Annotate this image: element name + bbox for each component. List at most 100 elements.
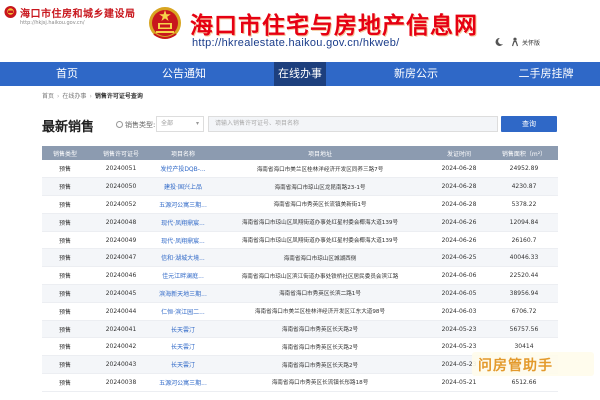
project-name-cell[interactable]: 现代·凤翔鼎宸...: [154, 231, 212, 250]
sale-area-cell: 56757.56: [490, 320, 558, 339]
permit-number-cell: 20240047: [88, 248, 154, 268]
permit-number-cell: 20240049: [88, 231, 154, 250]
project-address-cell: 海南省海口市琼山区凤翔街道办事处红星村委会椰海大道139号: [212, 231, 428, 250]
sale-area-cell: 40046.33: [490, 248, 558, 268]
sale-type-cell: 预售: [42, 213, 88, 232]
project-address-cell: 海南省海口市琼山区龙昆南路23-1号: [212, 177, 428, 197]
sale-area-cell: 24952.89: [490, 160, 558, 179]
issue-date-cell: 2024-06-05: [428, 284, 490, 303]
sale-type-cell: 预售: [42, 373, 88, 392]
project-name-cell[interactable]: 现代·凤翔鼎宸...: [154, 213, 212, 232]
sale-type-cell: 预售: [42, 320, 88, 339]
permit-number-cell: 20240043: [88, 355, 154, 375]
site-header: 海口市住房和城乡建设局 http://hkjsj.haikou.gov.cn/ …: [0, 0, 600, 62]
project-address-cell: 海南省海口市美兰区桂林洋经济开发区江东大道98号: [212, 302, 428, 321]
project-name-cell[interactable]: 滨海新天地三期...: [154, 284, 212, 303]
sale-area-cell: 6706.72: [490, 302, 558, 321]
column-header: 销售类型: [42, 146, 88, 160]
column-header: 发证时间: [428, 146, 490, 160]
search-button[interactable]: 查询: [501, 116, 557, 132]
contrast-icon[interactable]: [494, 37, 504, 47]
table-row: 预售 20240047 信和·湖城大境... 海南省海口市琼山区城湖西侧 2024-06…: [42, 248, 558, 268]
sale-area-cell: 22520.44: [490, 266, 558, 286]
project-name-cell[interactable]: 长天雲汀: [154, 355, 212, 375]
project-address-cell: 海南省海口市琼山区凤翔街道办事处红星村委会椰海大道139号: [212, 213, 428, 232]
table-row: 预售 20240038 五源河公寓三期... 海南省海口市秀英区长流镇长彤路18号 20…: [42, 373, 558, 392]
elder-mode-icon[interactable]: [510, 37, 520, 47]
sale-type-cell: 预售: [42, 177, 88, 197]
breadcrumb-online-services[interactable]: 在线办事: [62, 93, 86, 100]
watermark-text: 问房管助手: [478, 358, 553, 374]
breadcrumb: 首页 › 在线办事 › 销售许可证号查询: [42, 93, 143, 100]
permit-number-cell: 20240050: [88, 177, 154, 197]
sale-type-cell: 预售: [42, 160, 88, 179]
project-name-cell[interactable]: 发控产投DQB-...: [154, 160, 212, 179]
permit-number-cell: 20240038: [88, 373, 154, 392]
nav-item-resale-listings[interactable]: 二手房挂牌: [496, 62, 596, 86]
permit-number-cell: 20240051: [88, 160, 154, 179]
watermark-badge: 问房管助手: [472, 352, 594, 376]
project-name-cell[interactable]: 信和·湖城大境...: [154, 248, 212, 268]
sale-type-cell: 预售: [42, 231, 88, 250]
nav-item-new-homes[interactable]: 新房公示: [378, 62, 454, 86]
column-header: 项目名称: [154, 146, 212, 160]
radio-icon: [116, 121, 123, 128]
permit-number-cell: 20240046: [88, 266, 154, 286]
breadcrumb-home[interactable]: 首页: [42, 93, 54, 100]
table-row: 预售 20240051 发控产投DQB-... 海南省海口市美兰区桂林洋经济开发区同养…: [42, 160, 558, 179]
table-row: 预售 20240041 长天雲汀 海南省海口市秀英区长天路2号 2024-05-23 56…: [42, 320, 558, 339]
project-name-cell[interactable]: 建投·国兴上品: [154, 177, 212, 197]
sale-type-cell: 预售: [42, 195, 88, 214]
issue-date-cell: 2024-05-23: [428, 320, 490, 339]
chevron-down-icon: ▾: [195, 120, 199, 127]
sale-type-cell: 预售: [42, 248, 88, 268]
sale-area-cell: 12094.84: [490, 213, 558, 232]
permit-number-cell: 20240041: [88, 320, 154, 339]
nav-item-home[interactable]: 首页: [30, 62, 104, 86]
project-name-cell[interactable]: 五源河公寓三期...: [154, 195, 212, 214]
permit-number-cell: 20240044: [88, 302, 154, 321]
sale-type-select[interactable]: 全部 ▾: [156, 116, 204, 132]
table-row: 预售 20240044 仁恒·滨江园二... 海南省海口市美兰区桂林洋经济开发区江东大…: [42, 302, 558, 321]
project-address-cell: 海南省海口市美兰区桂林洋经济开发区同养三路7号: [212, 160, 428, 179]
national-emblem-icon: [149, 7, 181, 39]
table-row: 预售 20240046 佳元江畔澜庭... 海南省海口市琼山区滨江街道办事处铁桥社区居…: [42, 266, 558, 286]
filter-label: 销售类型:: [116, 120, 155, 130]
sale-area-cell: 6512.66: [490, 373, 558, 392]
table-row: 预售 20240049 现代·凤翔鼎宸... 海南省海口市琼山区凤翔街道办事处红星村委…: [42, 231, 558, 250]
sale-type-cell: 预售: [42, 355, 88, 375]
project-address-cell: 海南省海口市琼山区滨江街道办事处铁桥社区居民委员会滨江路: [212, 266, 428, 286]
nav-item-online-services[interactable]: 在线办事: [274, 62, 326, 86]
project-name-cell[interactable]: 五源河公寓三期...: [154, 373, 212, 392]
sale-type-cell: 预售: [42, 266, 88, 286]
nav-item-announcements[interactable]: 公告通知: [146, 62, 222, 86]
project-address-cell: 海南省海口市秀英区长天路2号: [212, 320, 428, 339]
sale-area-cell: 5378.22: [490, 195, 558, 214]
project-name-cell[interactable]: 长天雲汀: [154, 320, 212, 339]
project-name-cell[interactable]: 长天雲汀: [154, 337, 212, 357]
project-name-cell[interactable]: 仁恒·滨江园二...: [154, 302, 212, 321]
site-url[interactable]: http://hkrealestate.haikou.gov.cn/hkweb/: [192, 37, 399, 49]
permit-number-cell: 20240052: [88, 195, 154, 214]
emblem-icon: [4, 6, 17, 18]
issue-date-cell: 2024-06-28: [428, 160, 490, 179]
permit-number-cell: 20240042: [88, 337, 154, 357]
brand-logo-link[interactable]: 海口市住房和城乡建设局 http://hkjsj.haikou.gov.cn/: [4, 3, 144, 33]
table-row: 预售 20240052 五源河公寓三期... 海南省海口市秀英区长流镇美新街1号 202…: [42, 195, 558, 214]
sale-type-cell: 预售: [42, 337, 88, 357]
elder-mode-label[interactable]: 关怀版: [522, 38, 540, 47]
issue-date-cell: 2024-06-03: [428, 302, 490, 321]
table-header-row: 销售类型 销售许可证号 项目名称 项目地址 发证时间 销售面积（m²）: [42, 146, 558, 160]
issue-date-cell: 2024-06-26: [428, 231, 490, 250]
project-name-cell[interactable]: 佳元江畔澜庭...: [154, 266, 212, 286]
project-address-cell: 海南省海口市秀英区长流镇长彤路18号: [212, 373, 428, 392]
sale-area-cell: 4230.87: [490, 177, 558, 197]
issue-date-cell: 2024-06-25: [428, 248, 490, 268]
issue-date-cell: 2024-06-28: [428, 177, 490, 197]
search-input[interactable]: 请输入销售许可证号、项目名称: [208, 116, 498, 132]
site-title: 海口市住宅与房地产信息网: [190, 12, 478, 39]
issue-date-cell: 2024-05-21: [428, 373, 490, 392]
brand-name: 海口市住房和城乡建设局: [20, 9, 136, 20]
table-row: 预售 20240048 现代·凤翔鼎宸... 海南省海口市琼山区凤翔街道办事处红星村委…: [42, 213, 558, 232]
column-header: 销售许可证号: [88, 146, 154, 160]
